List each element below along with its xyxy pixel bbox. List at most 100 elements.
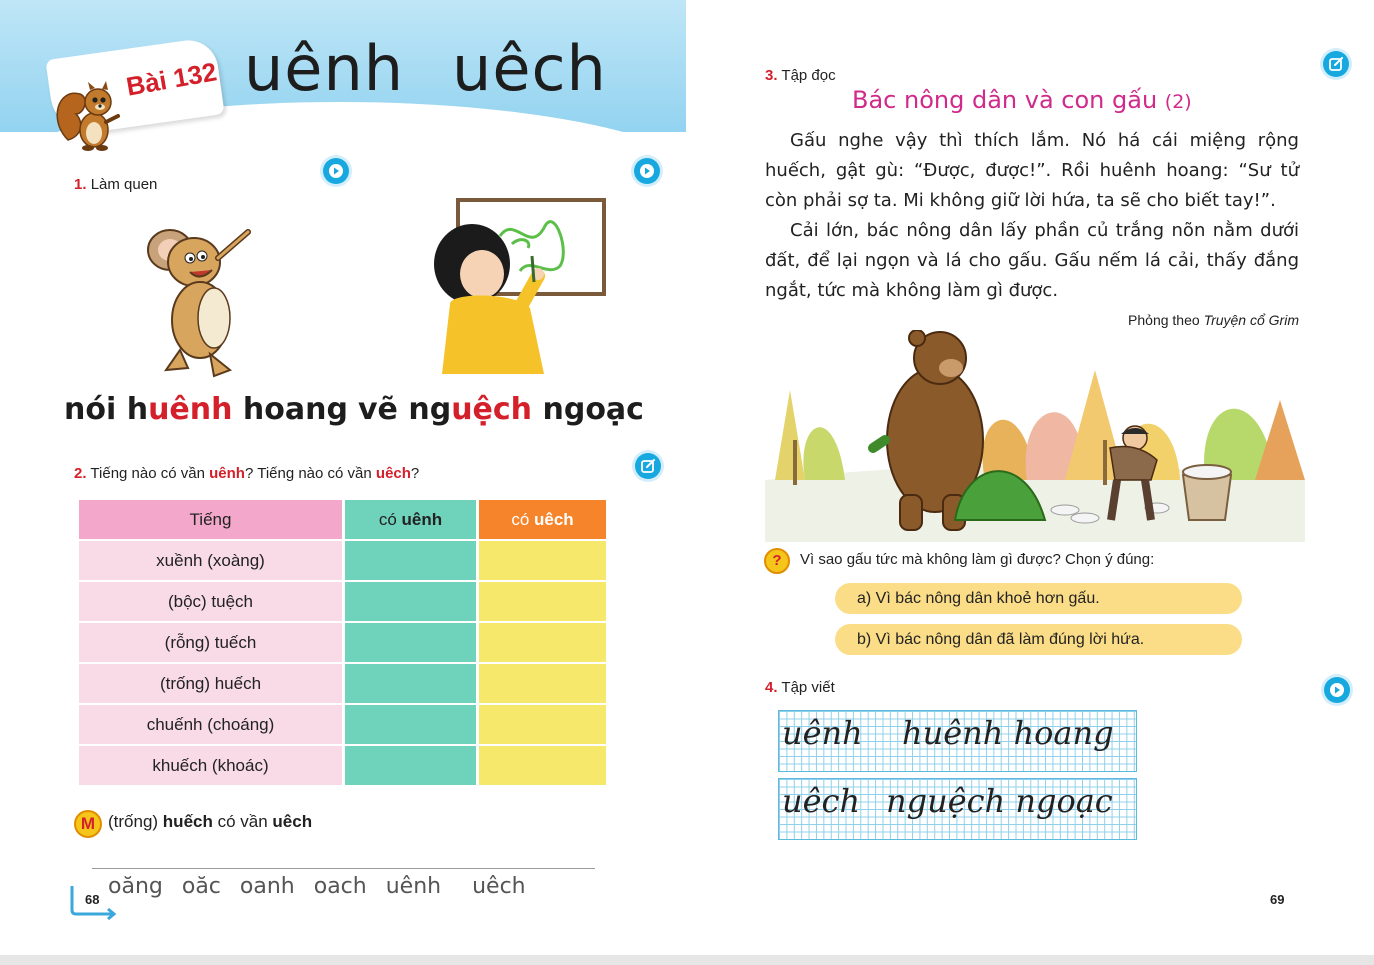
answer-cell-uenh[interactable] bbox=[345, 705, 476, 744]
title-rhyme-2: uêch bbox=[452, 32, 607, 105]
section-2-text-end: ? bbox=[410, 465, 420, 482]
textbook-spread: Bài 132 uênh uêch 1. Làm quen nói huênh … bbox=[0, 0, 1374, 965]
lesson-title: uênh uêch bbox=[244, 32, 655, 105]
page-number-right: 69 bbox=[1270, 892, 1285, 907]
story-part: (2) bbox=[1164, 91, 1192, 113]
header-uenh: có uênh bbox=[345, 500, 476, 539]
model-word: huếch bbox=[162, 812, 213, 831]
section-2-number: 2. bbox=[74, 465, 87, 482]
header-uenh-pre: có bbox=[378, 509, 402, 529]
review-divider bbox=[92, 868, 595, 869]
squirrel-mascot-icon bbox=[56, 81, 120, 151]
left-page: Bài 132 uênh uêch 1. Làm quen nói huênh … bbox=[0, 0, 686, 955]
play-button-3[interactable] bbox=[1324, 677, 1350, 703]
bottom-edge bbox=[0, 955, 1374, 965]
section-1-number: 1. bbox=[74, 176, 87, 193]
girl-drawing-illustration bbox=[434, 198, 606, 374]
table-cell-word: (rỗng) tuếch bbox=[79, 623, 342, 662]
word-2-pre: vẽ ng bbox=[358, 392, 452, 427]
review-rhyme: oanh bbox=[239, 874, 295, 899]
section-2-label: 2. Tiếng nào có vần uênh? Tiếng nào có v… bbox=[74, 465, 419, 482]
model-badge: M bbox=[74, 810, 102, 838]
answer-option-a[interactable]: a) Vì bác nông dân khoẻ hơn gấu. bbox=[835, 583, 1242, 614]
table-row: (bộc) tuệch bbox=[79, 582, 606, 621]
section-2-rhyme-b: uêch bbox=[375, 465, 411, 482]
header-uech-rhyme: uêch bbox=[534, 509, 574, 529]
story-paragraph: Cải lớn, bác nông dân lấy phần củ trắng … bbox=[765, 220, 1299, 301]
play-button-2[interactable] bbox=[634, 158, 660, 184]
story-paragraph: Gấu nghe vậy thì thích lắm. Nó há cái mi… bbox=[765, 130, 1299, 211]
section-1-title: Làm quen bbox=[90, 176, 158, 193]
table-row: khuếch (khoác) bbox=[79, 746, 606, 785]
section-4-title: Tập viết bbox=[781, 679, 835, 696]
answer-cell-uech[interactable] bbox=[479, 582, 606, 621]
exercise-button[interactable] bbox=[635, 453, 661, 479]
section-1-label: 1. Làm quen bbox=[74, 176, 157, 193]
story-title: Bác nông dân và con gấu (2) bbox=[852, 86, 1192, 114]
table-row: xuềnh (xoàng) bbox=[79, 541, 606, 580]
answer-cell-uech[interactable] bbox=[479, 623, 606, 662]
answer-cell-uech[interactable] bbox=[479, 705, 606, 744]
table-cell-word: khuếch (khoác) bbox=[79, 746, 342, 785]
right-page: 3. Tập đọc Bác nông dân và con gấu (2) G… bbox=[686, 0, 1374, 955]
word-1-pre: nói h bbox=[64, 392, 149, 427]
page-number-left: 68 bbox=[85, 892, 100, 907]
table-cell-word: (trống) huếch bbox=[79, 664, 342, 703]
play-icon bbox=[640, 164, 654, 178]
model-mid: có vần bbox=[212, 812, 273, 831]
story-source: Phỏng theo Truyện cổ Grim bbox=[1128, 312, 1299, 328]
review-rhyme: uêch bbox=[472, 874, 526, 899]
answer-cell-uech[interactable] bbox=[479, 541, 606, 580]
source-title: Truyện cổ Grim bbox=[1203, 312, 1299, 328]
answer-cell-uech[interactable] bbox=[479, 746, 606, 785]
answer-cell-uenh[interactable] bbox=[345, 746, 476, 785]
review-rhyme: oăc bbox=[181, 874, 221, 899]
answer-cell-uech[interactable] bbox=[479, 664, 606, 703]
table-header-row: Tiếng có uênh có uêch bbox=[79, 500, 606, 539]
header-uech: có uêch bbox=[479, 500, 606, 539]
word-2-post: ngoạc bbox=[532, 392, 644, 427]
table-cell-word: chuếnh (choáng) bbox=[79, 705, 342, 744]
section-3-title: Tập đọc bbox=[781, 67, 836, 84]
answer-cell-uenh[interactable] bbox=[345, 541, 476, 580]
handwriting-word-2: nguệch ngoạc bbox=[886, 782, 1113, 820]
section-4-number: 4. bbox=[765, 679, 778, 696]
bear-farmer-illustration bbox=[765, 330, 1305, 542]
section-3-number: 3. bbox=[765, 67, 778, 84]
table-cell-word: (bộc) tuệch bbox=[79, 582, 342, 621]
play-button[interactable] bbox=[323, 158, 349, 184]
question-icon: ? bbox=[764, 548, 790, 574]
answer-cell-uenh[interactable] bbox=[345, 664, 476, 703]
play-icon bbox=[329, 164, 343, 178]
question-text: Vì sao gấu tức mà không làm gì được? Chọ… bbox=[800, 551, 1155, 568]
table-cell-word: xuềnh (xoàng) bbox=[79, 541, 342, 580]
handwriting-rhyme-2: uêch bbox=[782, 782, 861, 820]
section-2-rhyme-a: uênh bbox=[209, 465, 245, 482]
header-word: Tiếng bbox=[79, 500, 342, 539]
section-2-text-a: Tiếng nào có vần bbox=[90, 465, 210, 482]
answer-option-b[interactable]: b) Vì bác nông dân đã làm đúng lời hứa. bbox=[835, 624, 1242, 655]
model-pre: (trống) bbox=[108, 812, 163, 831]
answer-cell-uenh[interactable] bbox=[345, 582, 476, 621]
model-rhyme: uêch bbox=[272, 812, 313, 831]
handwriting-word-1: huênh hoang bbox=[902, 714, 1114, 752]
review-rhymes: oăng oăc oanh oach uênh uêch bbox=[108, 874, 545, 899]
example-word-1: nói huênh hoang bbox=[64, 392, 348, 427]
exercise-button-3[interactable] bbox=[1323, 51, 1349, 77]
title-rhyme-1: uênh bbox=[244, 32, 405, 105]
play-icon bbox=[1330, 683, 1344, 697]
story-body: Gấu nghe vậy thì thích lắm. Nó há cái mi… bbox=[765, 126, 1299, 306]
example-word-2: vẽ nguệch ngoạc bbox=[358, 392, 644, 427]
header-uenh-rhyme: uênh bbox=[401, 509, 443, 529]
table-row: (trống) huếch bbox=[79, 664, 606, 703]
answer-cell-uenh[interactable] bbox=[345, 623, 476, 662]
word-1-post: hoang bbox=[232, 392, 348, 427]
section-2-text-b: ? Tiếng nào có vần bbox=[244, 465, 376, 482]
handwriting-rhyme-1: uênh bbox=[782, 714, 863, 752]
mouse-illustration bbox=[147, 229, 251, 378]
review-rhyme: oach bbox=[313, 874, 367, 899]
section-3-label: 3. Tập đọc bbox=[765, 67, 836, 84]
header-uech-pre: có bbox=[511, 509, 534, 529]
word-2-rhyme: uệch bbox=[451, 392, 533, 427]
rhyme-sort-table: Tiếng có uênh có uêch xuềnh (xoàng) (bộc… bbox=[76, 498, 609, 787]
